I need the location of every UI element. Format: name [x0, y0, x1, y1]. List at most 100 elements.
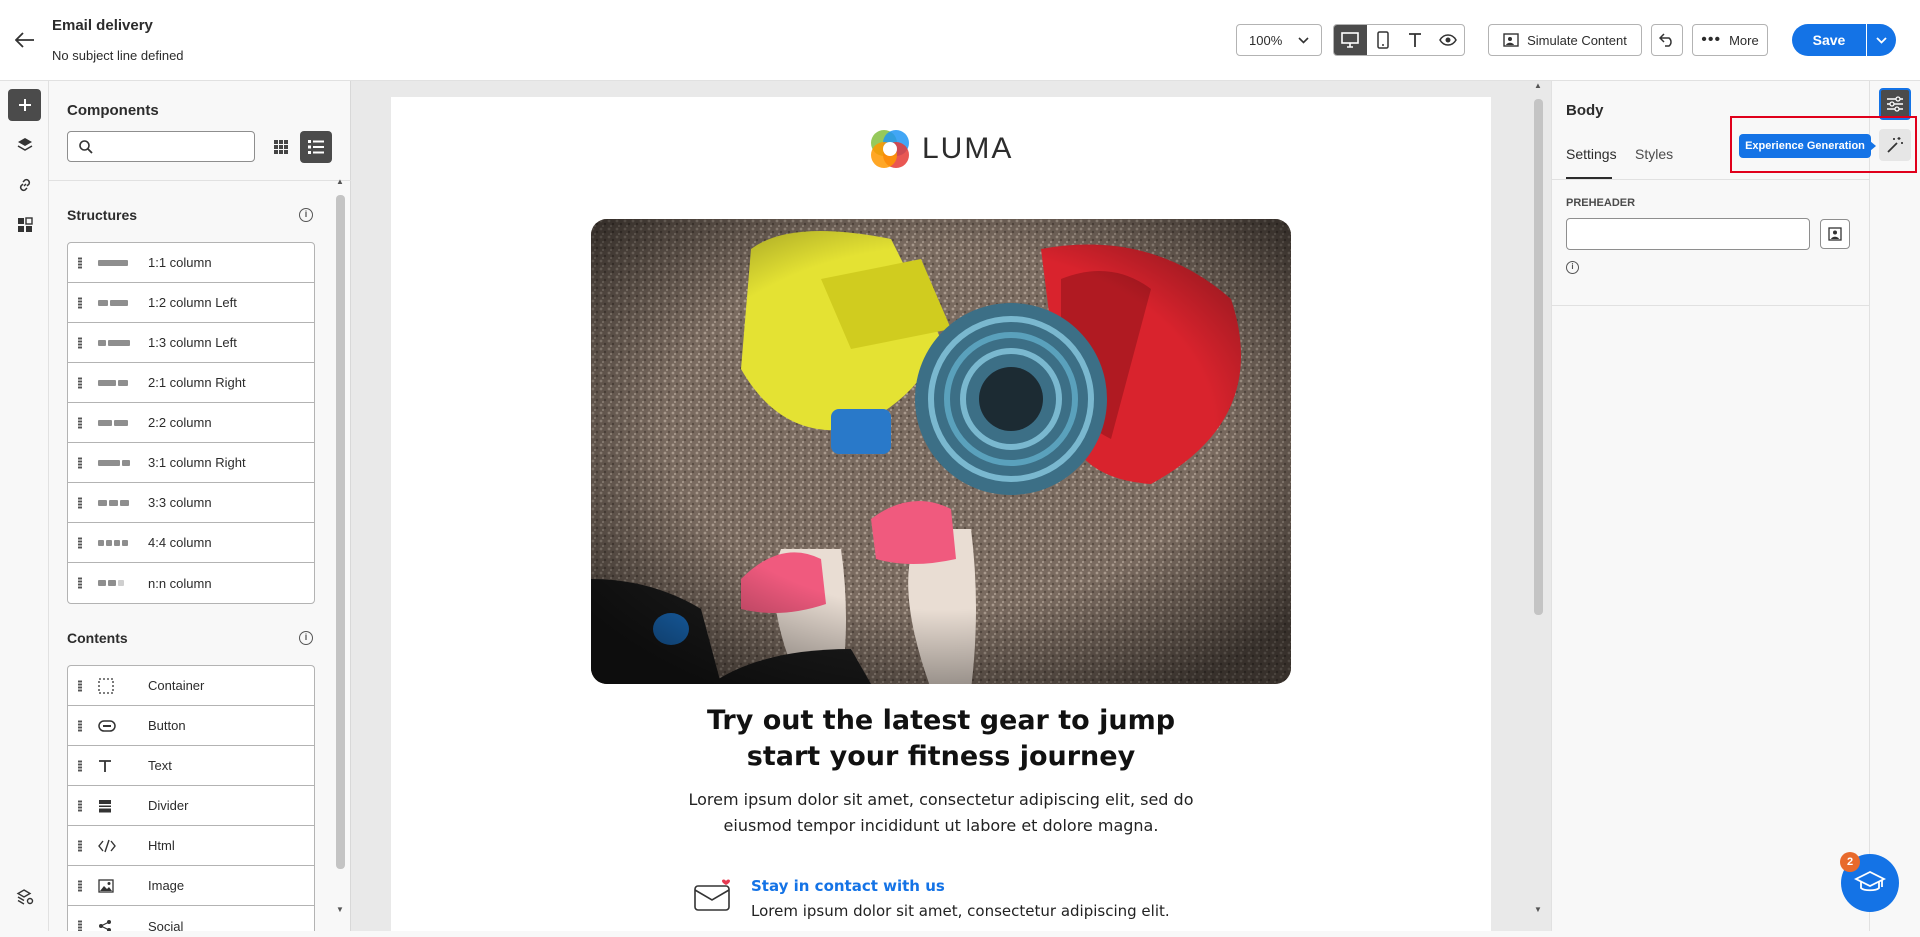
fragments-button[interactable]: [8, 209, 41, 241]
layers-icon: [17, 138, 32, 151]
email-headline[interactable]: Try out the latest gear to jump start yo…: [686, 703, 1196, 775]
text-view-button[interactable]: [1399, 25, 1432, 55]
structure-1-2-left-icon: [98, 295, 130, 311]
structure-3-1-right-icon: [98, 455, 130, 471]
preheader-info-icon: i: [1566, 261, 1579, 274]
canvas-scrollbar[interactable]: ▲ ▼: [1531, 81, 1545, 920]
mobile-view-button[interactable]: [1367, 25, 1400, 55]
personalization-icon: [1828, 227, 1842, 241]
save-options-button[interactable]: [1866, 24, 1896, 56]
drag-handle-icon[interactable]: [78, 417, 82, 429]
drag-handle-icon[interactable]: [78, 720, 82, 732]
panel-divider: [49, 180, 351, 181]
list-view-button[interactable]: [300, 131, 332, 163]
drag-handle-icon[interactable]: [78, 880, 82, 892]
component-label: Html: [148, 838, 175, 853]
structure-1-3-left-icon: [98, 335, 130, 351]
component-2-2-column[interactable]: 2:2 column: [68, 403, 314, 443]
grid-view-button[interactable]: [265, 131, 297, 163]
component-2-1-column-right[interactable]: 2:1 column Right: [68, 363, 314, 403]
luma-logo-icon: [871, 130, 909, 168]
personalize-button[interactable]: [1820, 219, 1850, 249]
link-icon: [19, 178, 30, 192]
preview-button[interactable]: [1432, 25, 1465, 55]
component-button[interactable]: Button: [68, 706, 314, 746]
component-label: 2:1 column Right: [148, 375, 246, 390]
scrollbar-thumb[interactable]: [336, 195, 345, 869]
components-scrollbar[interactable]: ▲ ▼: [333, 177, 347, 921]
back-button[interactable]: [12, 28, 38, 52]
envelope-heart-icon: [694, 879, 730, 911]
properties-panel: Body Settings Styles PREHEADER i: [1551, 81, 1870, 931]
component-label: Container: [148, 678, 205, 693]
tab-settings[interactable]: Settings: [1566, 146, 1617, 162]
mobile-icon: [1377, 31, 1389, 49]
zoom-picker[interactable]: 100%: [1236, 24, 1322, 56]
scrollbar-thumb[interactable]: [1534, 99, 1543, 615]
component-label: Text: [148, 758, 172, 773]
save-button[interactable]: Save: [1792, 24, 1866, 56]
component-text[interactable]: Text: [68, 746, 314, 786]
component-image[interactable]: Image: [68, 866, 314, 906]
drag-handle-icon[interactable]: [78, 297, 82, 309]
structure-3-3-icon: [98, 495, 130, 511]
component-divider[interactable]: Divider: [68, 786, 314, 826]
contents-list: Container Button Text Divider Html Image Socia…: [67, 665, 315, 931]
container-icon: [98, 678, 130, 694]
undo-button[interactable]: [1651, 24, 1683, 56]
layers-button[interactable]: [8, 129, 41, 161]
drag-handle-icon[interactable]: [78, 377, 82, 389]
preheader-label: PREHEADER: [1566, 197, 1636, 209]
search-icon: [79, 140, 93, 154]
component-4-4-column[interactable]: 4:4 column: [68, 523, 314, 563]
undo-icon: [1659, 33, 1672, 47]
list-icon: [308, 140, 324, 154]
email-body[interactable]: LUMA Try out the latest gear to jump sta…: [391, 97, 1491, 931]
contact-title: Stay in contact with us: [751, 877, 945, 895]
more-button[interactable]: ••• More: [1692, 24, 1768, 56]
component-container[interactable]: Container: [68, 666, 314, 706]
drag-handle-icon[interactable]: [78, 457, 82, 469]
email-body-text[interactable]: Lorem ipsum dolor sit amet, consectetur …: [686, 787, 1196, 839]
left-rail: [0, 81, 49, 931]
drag-handle-icon[interactable]: [78, 680, 82, 692]
page-subtitle: No subject line defined: [52, 48, 184, 63]
drag-handle-icon[interactable]: [78, 337, 82, 349]
drag-handle-icon[interactable]: [78, 537, 82, 549]
divider-icon: [98, 798, 130, 814]
drag-handle-icon[interactable]: [78, 257, 82, 269]
components-search-input[interactable]: [67, 131, 255, 162]
info-icon: i: [299, 208, 313, 222]
add-components-button[interactable]: [8, 89, 41, 121]
drag-handle-icon[interactable]: [78, 840, 82, 852]
links-button[interactable]: [8, 169, 41, 201]
component-html[interactable]: Html: [68, 826, 314, 866]
tab-styles[interactable]: Styles: [1635, 146, 1673, 162]
component-label: Divider: [148, 798, 189, 813]
drag-handle-icon[interactable]: [78, 760, 82, 772]
component-social[interactable]: Social: [68, 906, 314, 931]
component-1-3-column-left[interactable]: 1:3 column Left: [68, 323, 314, 363]
contact-section[interactable]: Stay in contact with us Lorem ipsum dolo…: [691, 877, 1211, 937]
drag-handle-icon[interactable]: [78, 497, 82, 509]
component-3-1-column-right[interactable]: 3:1 column Right: [68, 443, 314, 483]
drag-handle-icon[interactable]: [78, 920, 82, 931]
desktop-view-button[interactable]: [1334, 25, 1367, 55]
text-icon: [1409, 33, 1422, 47]
chevron-down-icon: [1298, 36, 1309, 44]
component-1-1-column[interactable]: 1:1 column: [68, 243, 314, 283]
layers-settings-button[interactable]: [8, 881, 41, 913]
components-panel: Components Structures i 1:1 column 1:2 co…: [49, 81, 351, 931]
top-bar: Email delivery No subject line defined 1…: [0, 0, 1920, 81]
component-3-3-column[interactable]: 3:3 column: [68, 483, 314, 523]
simulate-label: Simulate Content: [1527, 32, 1627, 48]
structure-2-1-right-icon: [98, 375, 130, 391]
component-1-2-column-left[interactable]: 1:2 column Left: [68, 283, 314, 323]
preheader-input[interactable]: [1566, 218, 1810, 250]
drag-handle-icon[interactable]: [78, 577, 82, 589]
drag-handle-icon[interactable]: [78, 800, 82, 812]
component-n-n-column[interactable]: n:n column: [68, 563, 314, 603]
simulate-content-button[interactable]: Simulate Content: [1488, 24, 1642, 56]
luma-logo[interactable]: LUMA: [868, 127, 1013, 171]
hero-image[interactable]: [591, 219, 1291, 684]
